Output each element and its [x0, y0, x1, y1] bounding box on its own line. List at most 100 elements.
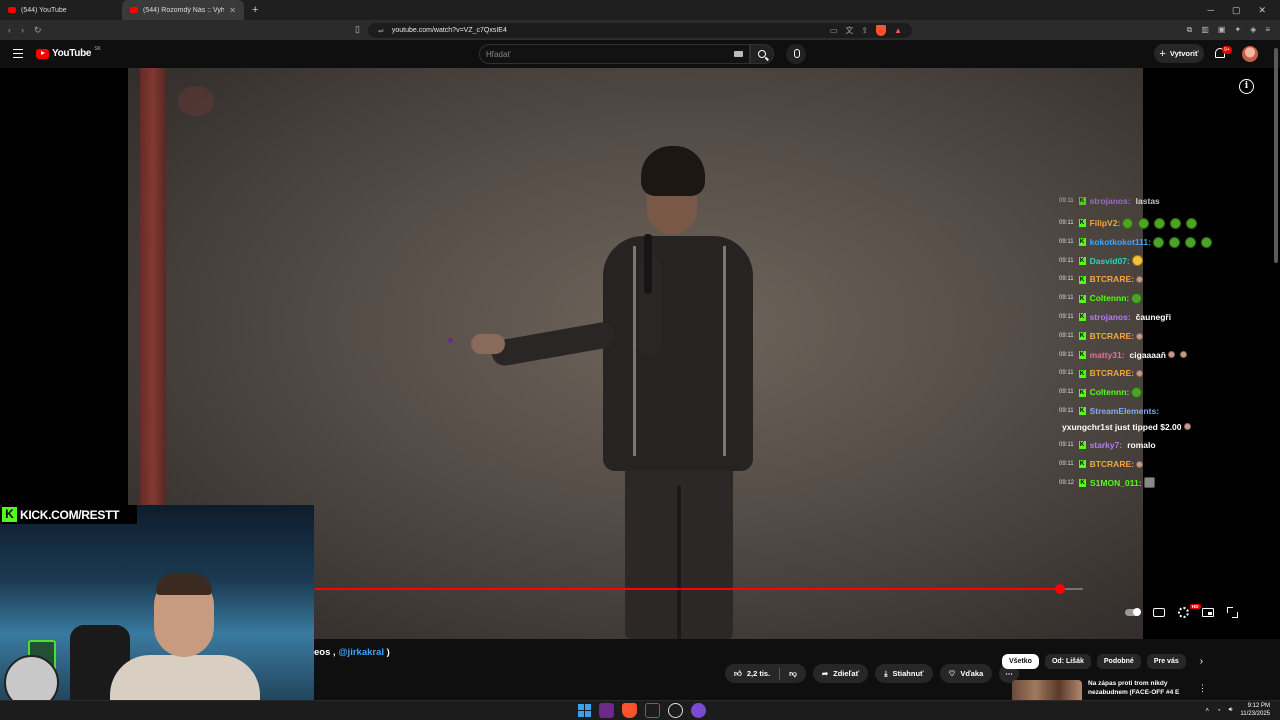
sidebar-icon[interactable]: ▥	[1201, 25, 1209, 35]
excel-icon[interactable]	[645, 703, 660, 718]
chip-all[interactable]: Všetko	[1002, 654, 1039, 669]
recommended-video[interactable]: Na zápas proti trom nikdy nezabudnem (FA…	[1012, 680, 1198, 700]
close-window-icon[interactable]: ✕	[1258, 5, 1266, 16]
rewards-icon[interactable]: ▲	[894, 26, 902, 35]
performer-arm	[489, 320, 618, 368]
miniplayer-icon[interactable]	[1202, 608, 1214, 617]
settings-gear-icon[interactable]	[1178, 607, 1189, 618]
brave-browser-icon[interactable]	[622, 703, 637, 718]
share-button[interactable]: ➦ Zdieľať	[812, 664, 869, 683]
chat-time: 09:11	[1059, 295, 1074, 302]
chip-related[interactable]: Podobné	[1096, 654, 1141, 669]
brave-shield-icon[interactable]	[876, 25, 887, 36]
chat-message: 09:11 K FilipV2:	[1059, 214, 1239, 233]
chip-from-channel[interactable]: Od: Lišák	[1044, 654, 1091, 669]
reload-icon[interactable]: ↻	[34, 25, 42, 36]
network-icon[interactable]: ◔	[1217, 708, 1221, 714]
chat-username[interactable]: StreamElements:	[1090, 404, 1159, 418]
cast-icon[interactable]: ▭	[830, 26, 838, 35]
youtube-header: YouTube SK + Vytvoriť 9+	[0, 40, 1280, 68]
keyboard-icon[interactable]	[734, 51, 743, 57]
fullscreen-icon[interactable]	[1227, 607, 1238, 618]
subtitles-icon[interactable]	[1153, 608, 1165, 617]
chat-username[interactable]: FilipV2:	[1090, 214, 1121, 233]
create-button[interactable]: + Vytvoriť	[1154, 44, 1204, 63]
app-icon[interactable]	[691, 703, 706, 718]
chat-emote-icon	[1186, 217, 1198, 229]
download-label: Stiahnuť	[892, 669, 924, 678]
chat-username[interactable]: kokotkokot111:	[1090, 233, 1151, 252]
chat-emote-icon	[1131, 293, 1143, 305]
chat-username[interactable]: BTCRARE:	[1090, 364, 1134, 383]
tray-chevron-icon[interactable]: ˄	[1205, 708, 1209, 714]
url-field[interactable]: ⇌ youtube.com/watch?v=VZ_c7QxsIE4 ▭ 文 ⇪ …	[368, 23, 912, 38]
voice-search-button[interactable]	[786, 44, 806, 64]
menu-icon[interactable]: ≡	[1265, 25, 1270, 35]
chat-username[interactable]: BTCRARE:	[1090, 270, 1134, 289]
restt-app-icon[interactable]	[599, 703, 614, 718]
kick-badge-icon: K	[1078, 313, 1086, 322]
chat-username[interactable]: starky7:	[1090, 436, 1123, 455]
browser-tab-active[interactable]: (544) Rozomdý Nás :: Vyhraj ✕	[122, 0, 244, 20]
chevron-right-icon[interactable]: ›	[1200, 656, 1203, 667]
address-bar-row: ‹ › ↻ ▯ ⇌ youtube.com/watch?v=VZ_c7QxsIE…	[0, 20, 1280, 40]
hamburger-menu-icon[interactable]	[13, 49, 23, 58]
search-input[interactable]	[486, 49, 716, 59]
chat-username[interactable]: Coltennn:	[1090, 383, 1130, 402]
mention-link[interactable]: @jirkakral	[338, 647, 384, 658]
volume-icon[interactable]: 🔊︎	[1229, 707, 1233, 714]
info-icon[interactable]: i	[1239, 79, 1254, 94]
autoplay-toggle[interactable]	[1125, 608, 1141, 616]
extension-icon[interactable]: ⧉	[1187, 25, 1193, 35]
chip-for-you[interactable]: Pre vás	[1146, 654, 1186, 669]
wallet-icon[interactable]: ▣	[1218, 25, 1226, 35]
chat-message: 09:11 K BTCRARE:	[1059, 455, 1239, 474]
chat-username[interactable]: Dasvid07:	[1090, 252, 1130, 271]
kick-badge-icon: K	[1078, 294, 1086, 303]
video-thumbnail[interactable]	[1012, 680, 1082, 700]
recommended-title[interactable]: Na zápas proti trom nikdy nezabudnem (FA…	[1088, 680, 1198, 700]
close-tab-icon[interactable]: ✕	[229, 6, 236, 15]
chat-username[interactable]: strojanos:	[1090, 308, 1131, 327]
download-button[interactable]: ⤓ Stiahnuť	[875, 664, 933, 683]
browser-tab[interactable]: (544) YouTube	[0, 0, 122, 20]
like-count[interactable]: 2,2 tis.	[747, 669, 770, 678]
system-clock[interactable]: 9:12 PM 11/23/2025	[1240, 703, 1270, 718]
chat-username[interactable]: BTCRARE:	[1090, 327, 1134, 346]
progress-bar[interactable]	[315, 584, 1083, 594]
site-info-icon[interactable]: ⇌	[378, 27, 384, 35]
youtube-logo[interactable]: YouTube SK	[36, 46, 101, 59]
description-text: )	[386, 647, 390, 658]
maximize-icon[interactable]: ▢	[1232, 5, 1241, 16]
search-icon	[758, 50, 766, 58]
dislike-icon[interactable]: 👎︎	[789, 669, 797, 679]
steam-icon[interactable]	[668, 703, 683, 718]
vpn-icon[interactable]: ◈	[1250, 25, 1256, 35]
chat-username[interactable]: BTCRARE:	[1090, 455, 1134, 474]
leo-icon[interactable]: ✦	[1234, 25, 1241, 35]
chat-emote-icon	[1122, 217, 1134, 229]
translate-icon[interactable]: 文	[845, 25, 853, 36]
back-icon[interactable]: ‹	[8, 25, 11, 36]
share-icon[interactable]: ⇪	[861, 26, 868, 35]
new-tab-button[interactable]: +	[244, 4, 266, 16]
forward-icon[interactable]: ›	[21, 25, 24, 36]
share-arrow-icon: ➦	[821, 669, 829, 678]
kebab-menu-icon[interactable]: ⋮	[1198, 683, 1207, 694]
thanks-button[interactable]: ♡ Vďaka	[939, 664, 993, 683]
scrubber-handle[interactable]	[1054, 584, 1065, 594]
bookmark-icon[interactable]: ▯	[355, 24, 360, 35]
like-icon[interactable]: 👍︎	[734, 669, 742, 679]
minimize-icon[interactable]: ─	[1208, 5, 1214, 16]
account-avatar[interactable]	[1242, 46, 1258, 62]
chat-username[interactable]: strojanos:	[1090, 192, 1131, 211]
search-button[interactable]	[750, 44, 774, 64]
chat-username[interactable]: matty31:	[1090, 346, 1125, 365]
chat-username[interactable]: S1MON_011:	[1090, 474, 1142, 493]
watermark-logo	[178, 86, 214, 116]
windows-start-icon[interactable]	[578, 704, 591, 717]
chat-username[interactable]: Coltennn:	[1090, 289, 1130, 308]
page-scrollbar[interactable]	[1274, 48, 1278, 263]
streamer-hair	[156, 573, 212, 595]
player-controls-right	[1125, 607, 1238, 618]
